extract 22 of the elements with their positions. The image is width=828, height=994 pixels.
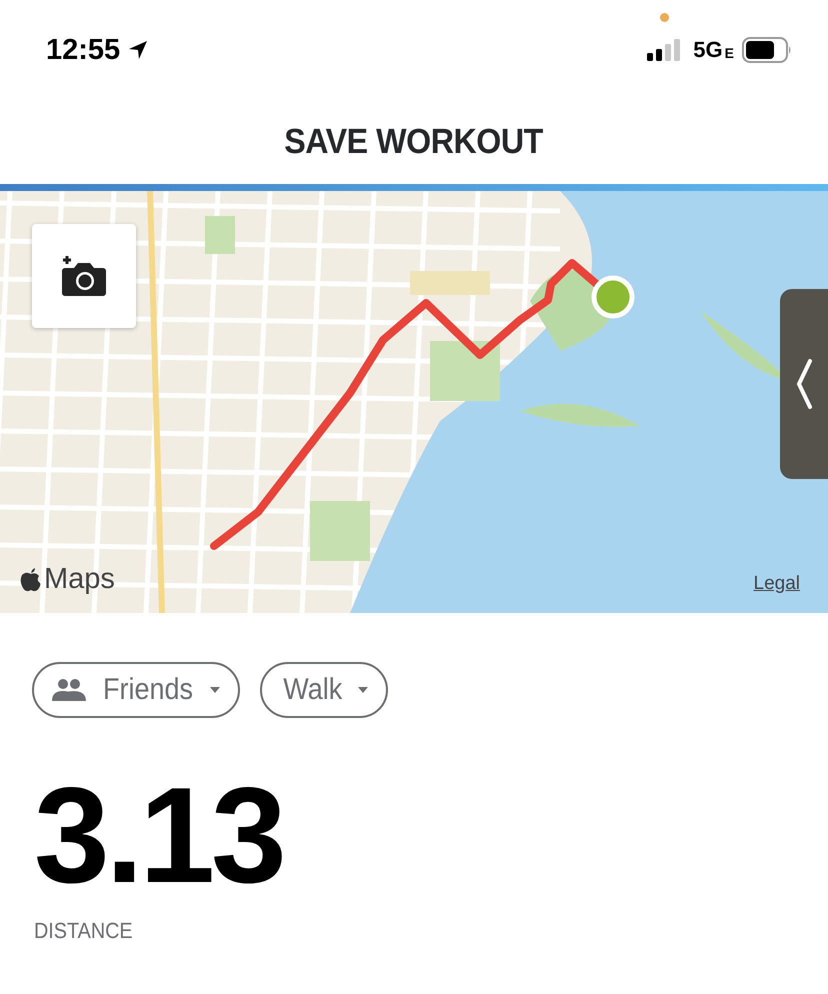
- people-icon: [52, 679, 86, 701]
- filter-dropdown[interactable]: Friends: [32, 662, 240, 718]
- battery-icon: [742, 37, 792, 63]
- chevron-left-icon: [795, 359, 813, 409]
- clock-time: 12:55: [46, 34, 120, 66]
- maps-logo-text: Maps: [44, 563, 115, 596]
- network-suffix: E: [724, 45, 734, 61]
- distance-value: 3.13: [34, 780, 284, 890]
- end-marker: [592, 276, 634, 318]
- location-arrow-icon: [128, 40, 148, 60]
- caret-icon: [210, 687, 220, 693]
- filter-dropdown[interactable]: Walk: [260, 662, 388, 718]
- side-panel-handle[interactable]: [780, 289, 828, 479]
- network-type: 5G: [693, 37, 723, 63]
- screen-title: SAVE WORKOUT: [284, 122, 544, 162]
- add-photo-button[interactable]: [32, 224, 136, 328]
- distance-label: DISTANCE: [34, 918, 134, 944]
- privacy-dot: [660, 13, 669, 22]
- add-camera-icon: [59, 254, 109, 298]
- caret-icon: [358, 687, 368, 693]
- apple-logo-icon: [20, 568, 42, 592]
- legal-link[interactable]: Legal: [754, 573, 800, 595]
